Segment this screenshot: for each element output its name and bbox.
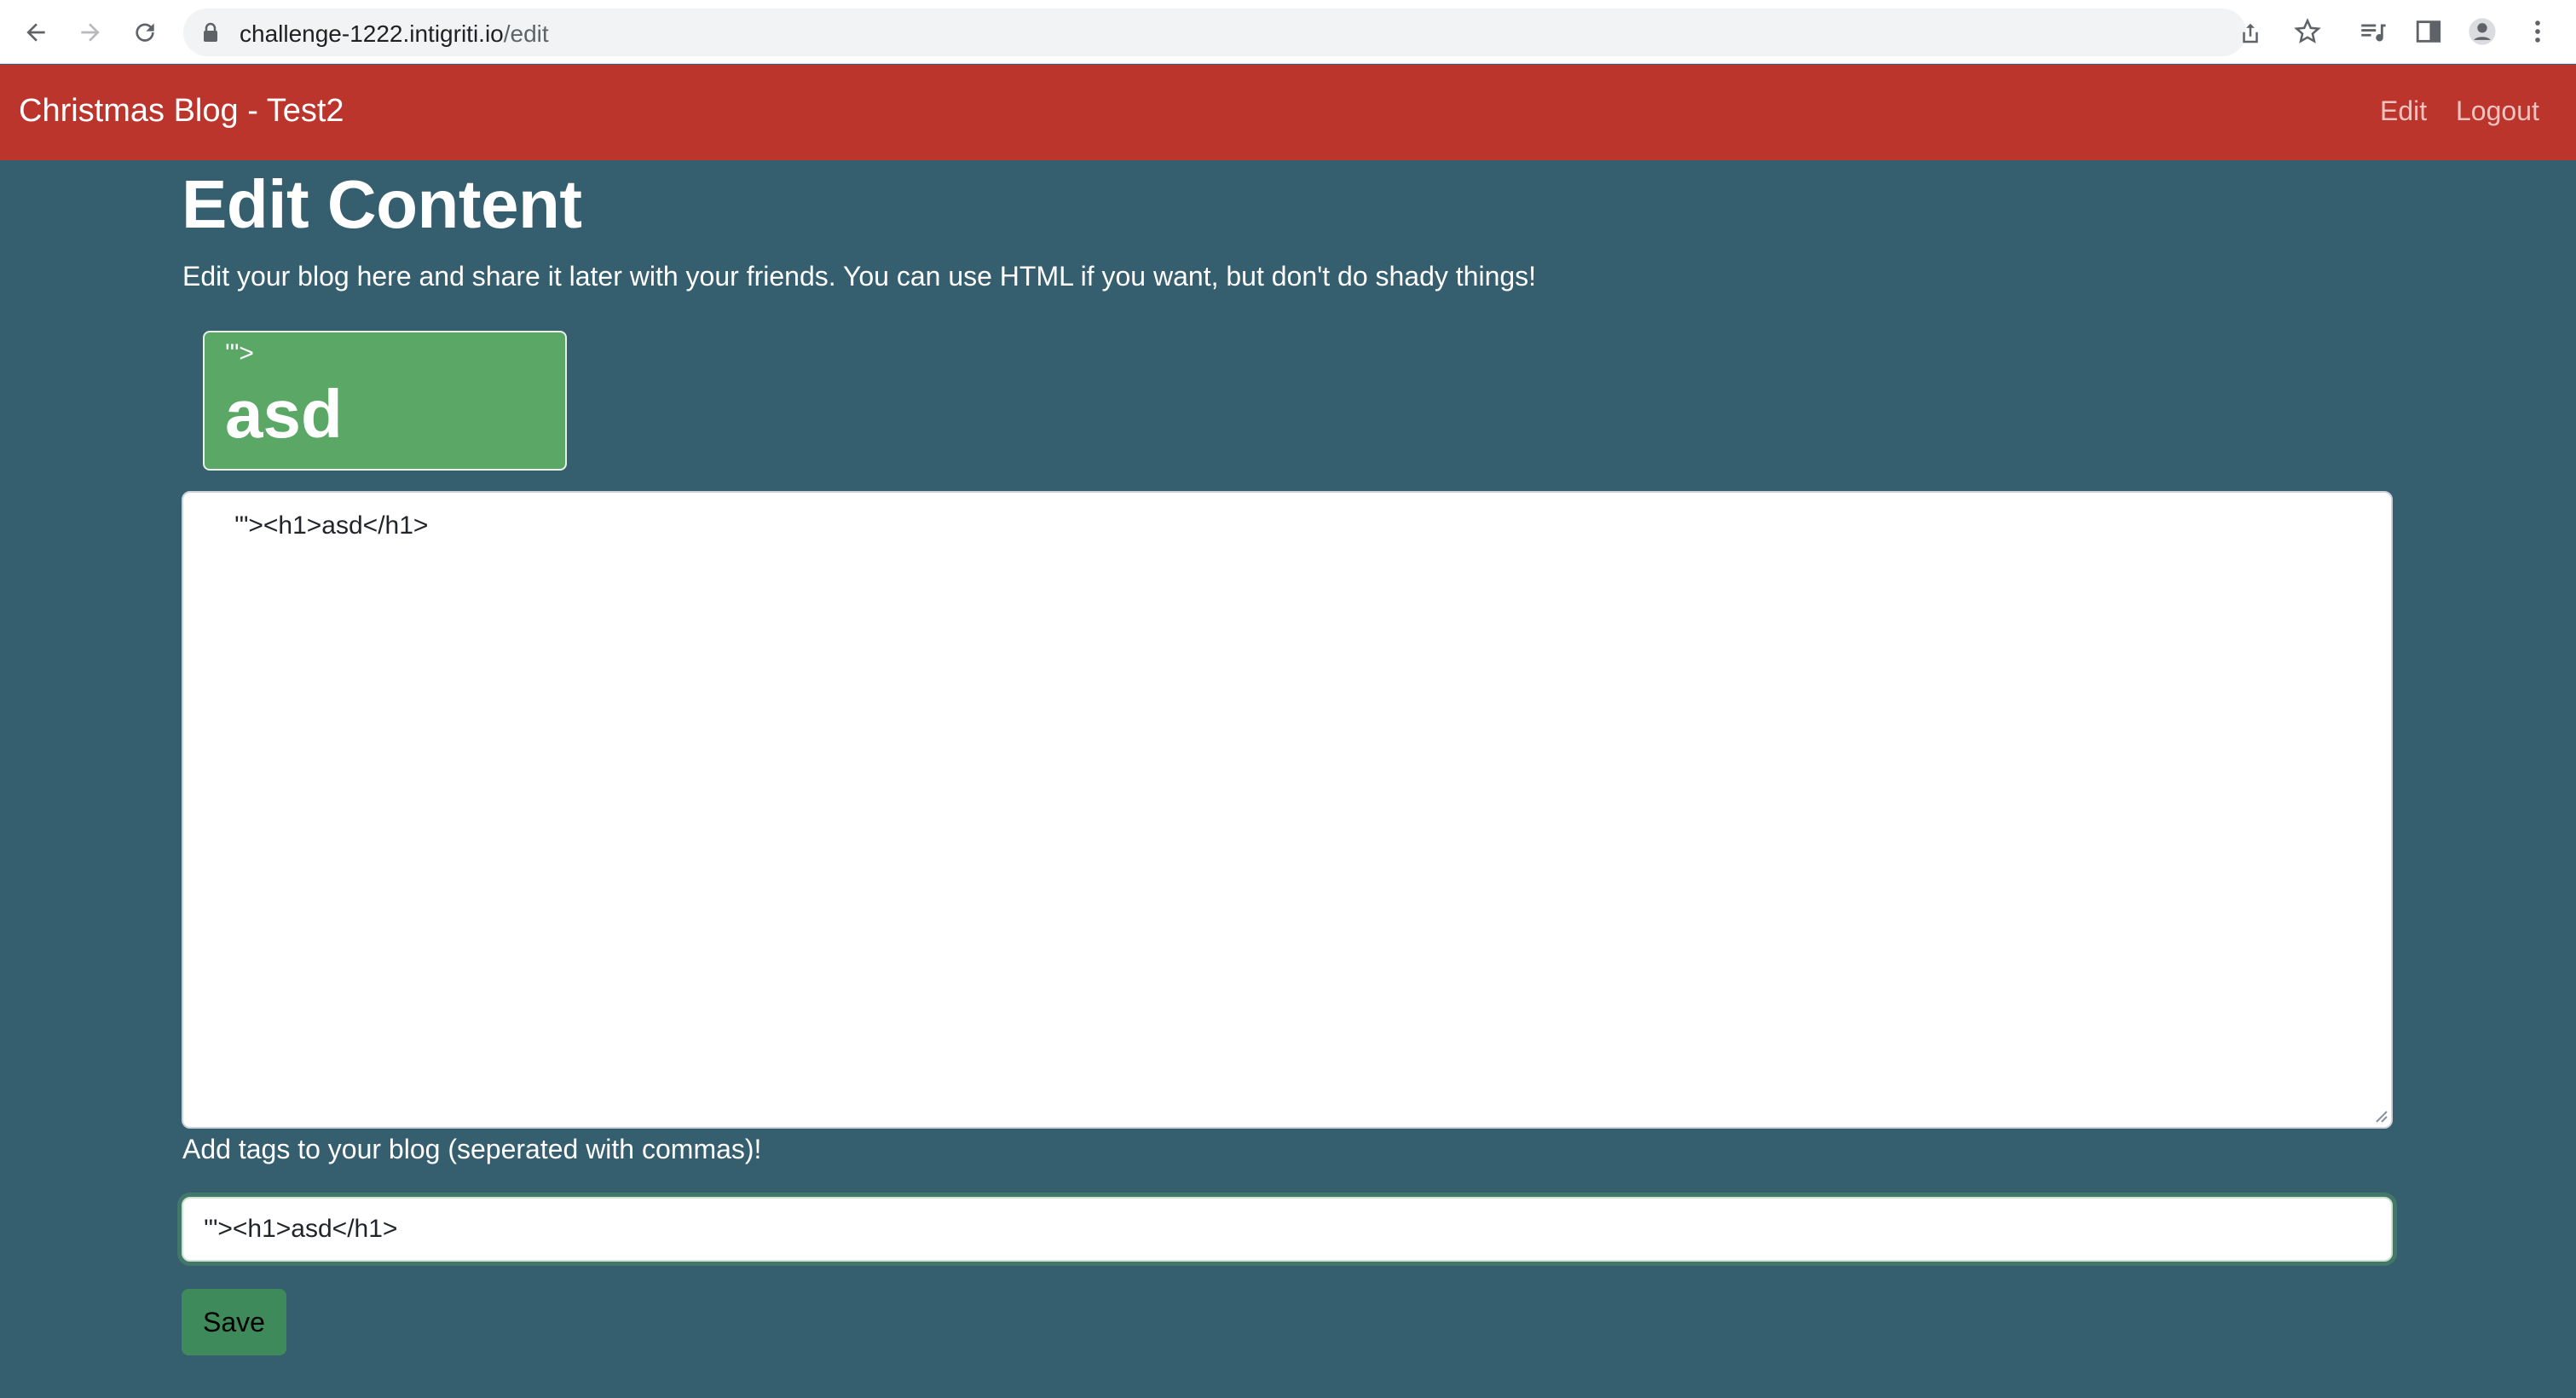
brand-link[interactable]: Christmas Blog - Test2 xyxy=(19,93,344,130)
browser-toolbar: challenge-1222.intigriti.io/edit xyxy=(0,0,2576,64)
profile-avatar-icon[interactable] xyxy=(2468,17,2497,46)
url-path: /edit xyxy=(503,20,549,47)
back-button[interactable] xyxy=(19,15,53,49)
save-button[interactable]: Save xyxy=(182,1289,286,1355)
address-bar[interactable]: challenge-1222.intigriti.io/edit xyxy=(183,9,2258,56)
nav-link-edit[interactable]: Edit xyxy=(2380,95,2427,127)
arrow-right-icon xyxy=(81,23,100,42)
blog-content-textarea[interactable]: '"><h1>asd</h1> xyxy=(182,491,2393,1129)
side-panel-icon[interactable] xyxy=(2414,17,2443,46)
preview-prefix-text: '"> xyxy=(225,339,254,367)
share-icon[interactable] xyxy=(2238,20,2263,46)
arrow-left-icon xyxy=(26,23,45,42)
lock-icon xyxy=(204,22,217,42)
page-description: Edit your blog here and share it later w… xyxy=(182,261,1537,292)
app-navbar: Christmas Blog - Test2 Edit Logout xyxy=(0,65,2576,160)
nav-link-logout[interactable]: Logout xyxy=(2456,95,2539,127)
reload-icon xyxy=(136,23,154,42)
reading-list-icon[interactable] xyxy=(2358,17,2387,46)
blog-preview-card: '"> asd xyxy=(203,331,567,471)
tags-input[interactable] xyxy=(182,1197,2393,1262)
url-text: challenge-1222.intigriti.io/edit xyxy=(240,20,549,48)
reload-button[interactable] xyxy=(128,15,162,49)
resize-handle-icon[interactable] xyxy=(2371,1106,2388,1124)
page-title: Edit Content xyxy=(182,166,582,242)
preview-heading: asd xyxy=(225,376,343,452)
url-host: challenge-1222.intigriti.io xyxy=(240,20,504,47)
tags-label: Add tags to your blog (seperated with co… xyxy=(182,1134,762,1164)
forward-button[interactable] xyxy=(73,15,107,49)
star-icon[interactable] xyxy=(2293,17,2322,46)
menu-dots-icon[interactable] xyxy=(2523,17,2552,46)
